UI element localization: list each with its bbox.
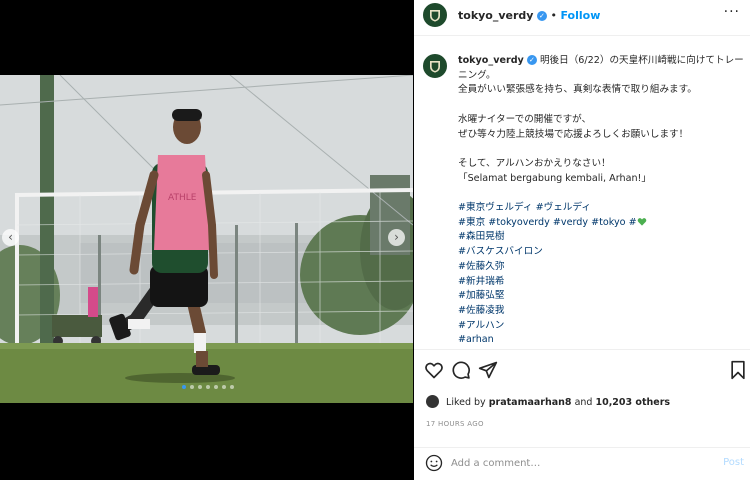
hashtag-line[interactable]: #arhan [458,333,748,348]
caption-line-7: 「Selamat bergabung kembali, Arhan!」 [458,172,651,184]
heart-icon [425,362,443,379]
header-divider [414,35,750,36]
comment-button[interactable] [451,360,471,380]
paper-plane-icon [478,361,498,379]
training-photo-illustration: ATHLE [0,75,413,403]
caption-username[interactable]: tokyo_verdy [458,55,524,66]
caption-line-5: ぜひ等々力陸上競技場で応援よろしくお願いします！ [458,128,689,140]
hashtag-line[interactable]: #新井瑞希 [458,275,748,290]
likes-middle: and [574,397,593,408]
bookmark-icon [731,360,745,380]
caption-avatar[interactable] [423,54,447,78]
post-timestamp[interactable]: 17 HOURS AGO [426,420,484,428]
comment-bar: Post [414,448,750,480]
save-button[interactable] [728,360,748,380]
club-crest-icon [425,5,445,25]
caption-line-6: そして、アルハンおかえりなさい！ [458,157,611,169]
smiley-icon [425,454,443,472]
carousel-dot [198,385,202,389]
caption-text: tokyo_verdy ✓ 明後日（6/22）の天皇杯川崎戦に向けてトレー ニン… [458,54,748,348]
carousel-dot [182,385,186,389]
post-comment-button[interactable]: Post [723,457,744,468]
comment-icon [452,361,470,379]
carousel-dot [230,385,234,389]
hashtag-line[interactable]: #アルハン [458,319,748,334]
carousel-prev-button[interactable]: ‹ [2,229,19,246]
verified-badge-icon: ✓ [526,55,537,65]
liker-avatar[interactable] [426,395,439,408]
hashtag-list: #東京ヴェルディ #ヴェルディ #東京 #tokyoverdy #verdy #t… [458,201,748,348]
carousel-dot [214,385,218,389]
svg-text:ATHLE: ATHLE [168,193,197,203]
comment-input[interactable] [451,454,691,472]
carousel-dot [222,385,226,389]
likes-prefix: Liked by [446,397,486,408]
green-heart-icon [637,217,646,226]
likes-summary: Liked by pratamaarhan8 and 10,203 others [426,395,670,408]
carousel-indicator [182,385,234,389]
caption-line-2: ニング。 [458,69,496,81]
caption-line-3: 全員がいい緊張感を持ち、真剣な表情で取り組みます。 [458,84,697,96]
avatar[interactable] [423,3,447,27]
header-user-line: tokyo_verdy ✓ • Follow [458,9,600,22]
post-side-panel: tokyo_verdy ✓ • Follow ··· tokyo_verdy ✓… [414,0,750,480]
action-bar [414,360,750,382]
liker-username[interactable]: pratamaarhan8 [489,397,572,408]
hashtag-line[interactable]: #東京ヴェルディ #ヴェルディ [458,201,748,216]
hashtag-line[interactable]: #バスケスバイロン [458,245,748,260]
hashtag-line[interactable]: #東京 #tokyoverdy #verdy #tokyo # [458,216,748,231]
header-username[interactable]: tokyo_verdy [458,9,533,22]
emoji-button[interactable] [425,454,443,472]
hashtag-line[interactable]: #加藤弘堅 [458,289,748,304]
post-photo[interactable]: ATHLE [0,75,413,403]
more-options-icon[interactable]: ··· [724,4,740,20]
likes-count[interactable]: 10,203 others [595,397,670,408]
hashtag-line[interactable]: #森田晃樹 [458,230,748,245]
club-crest-icon [425,56,445,76]
caption-area: tokyo_verdy ✓ 明後日（6/22）の天皇杯川崎戦に向けてトレー ニン… [414,45,750,348]
hashtag-line[interactable]: #佐藤凌我 [458,304,748,319]
carousel-dot [206,385,210,389]
carousel-next-button[interactable]: › [388,229,405,246]
share-button[interactable] [478,360,498,380]
carousel-dot [190,385,194,389]
verified-badge-icon: ✓ [536,11,547,21]
caption-line-1: 明後日（6/22）の天皇杯川崎戦に向けてトレー [539,55,744,66]
hashtag-line[interactable]: #佐藤久弥 [458,260,748,275]
header-separator: • [550,9,557,22]
post-media: ATHLE ‹ › [0,0,413,480]
caption-line-4: 水曜ナイターでの開催ですが、 [458,113,592,125]
like-button[interactable] [424,360,444,380]
follow-button[interactable]: Follow [560,9,600,22]
post-header: tokyo_verdy ✓ • Follow ··· [414,0,750,35]
caption-divider [414,349,750,350]
